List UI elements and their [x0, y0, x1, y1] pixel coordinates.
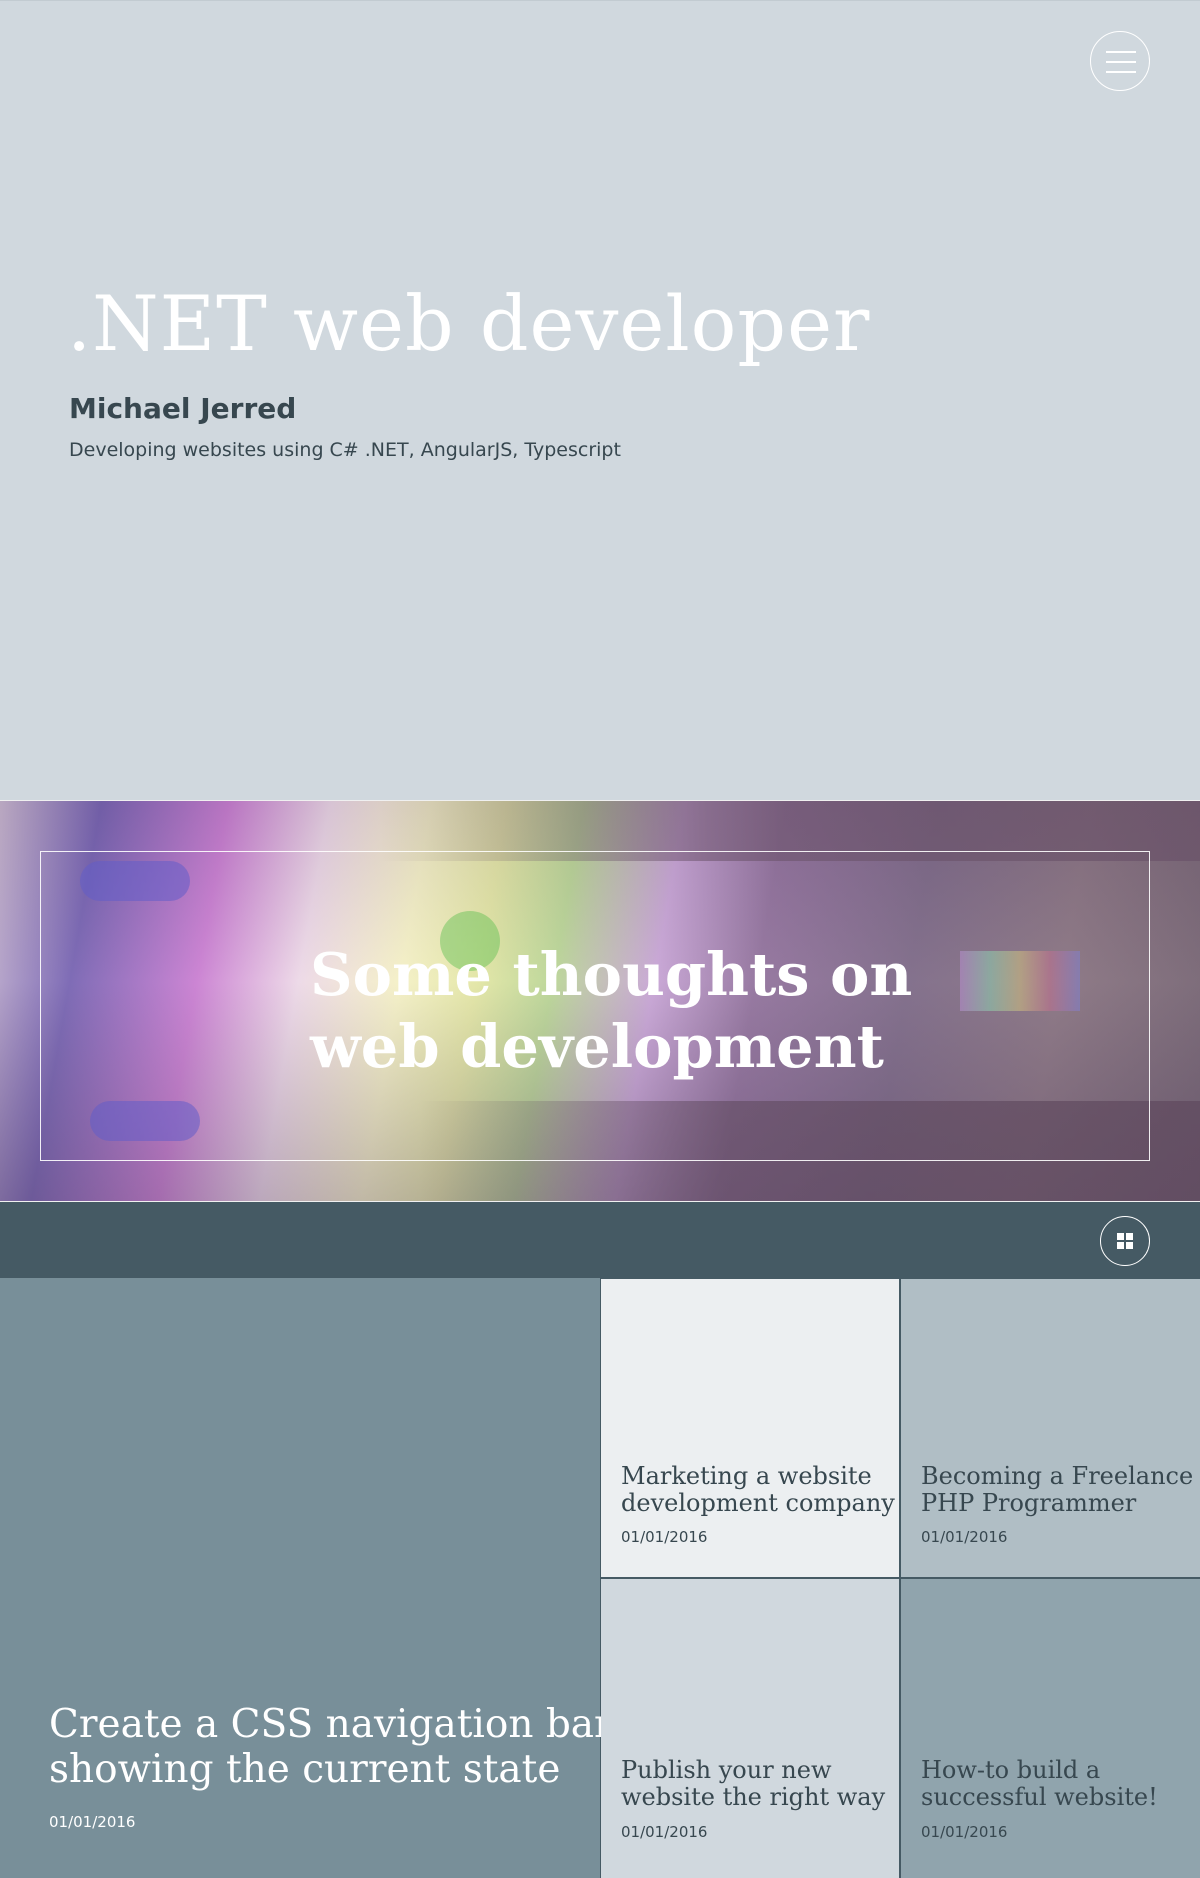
post-date: 01/01/2016	[49, 1813, 136, 1831]
menu-button[interactable]	[1090, 31, 1150, 91]
post-tile-publish[interactable]: Publish your new website the right way 0…	[601, 1579, 899, 1878]
post-title-line: development company	[621, 1489, 895, 1517]
hero-section: .NET web developer Michael Jerred Develo…	[0, 0, 1200, 800]
post-date: 01/01/2016	[921, 1823, 1008, 1841]
post-title-line: successful website!	[921, 1783, 1158, 1811]
post-title-line: Create a CSS navigation bar	[49, 1702, 613, 1747]
post-tile-freelance[interactable]: Becoming a Freelance PHP Programmer 01/0…	[901, 1279, 1200, 1577]
hero-title: .NET web developer	[67, 279, 871, 368]
post-title[interactable]: Becoming a Freelance PHP Programmer	[921, 1463, 1193, 1517]
post-tile-successful-website[interactable]: How-to build a successful website! 01/01…	[901, 1579, 1200, 1878]
post-date: 01/01/2016	[621, 1823, 708, 1841]
hero-subtitle: Developing websites using C# .NET, Angul…	[69, 439, 621, 461]
post-title[interactable]: Create a CSS navigation bar showing the …	[49, 1702, 613, 1792]
post-title-line: How-to build a	[921, 1756, 1101, 1784]
post-title-line: Marketing a website	[621, 1462, 872, 1490]
post-title[interactable]: Marketing a website development company	[621, 1463, 895, 1517]
posts-toolbar	[0, 1204, 1200, 1278]
post-title[interactable]: How-to build a successful website!	[921, 1757, 1158, 1811]
banner-title: Some thoughts on web development	[310, 939, 912, 1083]
post-title[interactable]: Publish your new website the right way	[621, 1757, 885, 1811]
blog-banner: Some thoughts on web development	[0, 800, 1200, 1202]
banner-title-line: Some thoughts on	[310, 940, 913, 1009]
grid-view-button[interactable]	[1100, 1216, 1150, 1266]
post-tile-marketing[interactable]: Marketing a website development company …	[601, 1279, 899, 1577]
page: .NET web developer Michael Jerred Develo…	[0, 0, 1200, 1878]
post-title-line: website the right way	[621, 1783, 886, 1811]
banner-title-line: web development	[310, 1012, 884, 1081]
post-title-line: Becoming a Freelance	[921, 1462, 1194, 1490]
post-title-line: PHP Programmer	[921, 1489, 1137, 1517]
post-tile-css-navigation[interactable]: Create a CSS navigation bar showing the …	[0, 1278, 613, 1878]
post-date: 01/01/2016	[621, 1528, 708, 1546]
author-name: Michael Jerred	[69, 392, 297, 425]
post-title-line: showing the current state	[49, 1747, 561, 1792]
post-title-line: Publish your new	[621, 1756, 832, 1784]
post-date: 01/01/2016	[921, 1528, 1008, 1546]
